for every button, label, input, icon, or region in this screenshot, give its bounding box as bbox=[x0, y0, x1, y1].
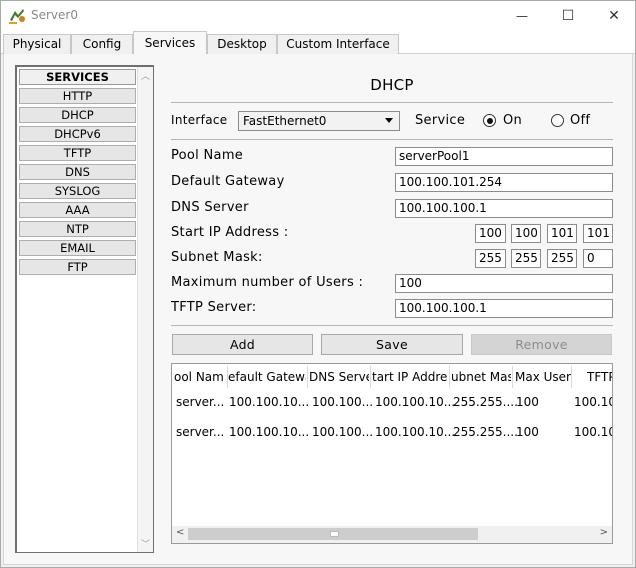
service-on-label: On bbox=[503, 113, 523, 128]
add-button[interactable]: Add bbox=[172, 334, 313, 355]
tftp-server-label: TFTP Server: bbox=[171, 300, 257, 315]
table-cell: 100 bbox=[516, 395, 539, 409]
service-on-radio[interactable] bbox=[483, 114, 496, 127]
tab-config[interactable]: Config bbox=[71, 34, 133, 54]
pool-name-label: Pool Name bbox=[171, 148, 244, 163]
service-off-label: Off bbox=[570, 113, 591, 128]
start-ip-octet-1[interactable]: 100 bbox=[475, 224, 506, 243]
server-window: Server0 — ☐ ✕ Physical Config Services D… bbox=[0, 0, 636, 568]
packet-tracer-icon bbox=[9, 9, 25, 24]
close-icon: ✕ bbox=[608, 8, 620, 24]
minimize-button[interactable]: — bbox=[499, 1, 545, 31]
table-horizontal-scrollbar[interactable]: < > bbox=[172, 526, 612, 543]
column-header[interactable]: ubnet Mas bbox=[451, 368, 511, 386]
tab-desktop[interactable]: Desktop bbox=[207, 34, 277, 54]
table-cell: 100.100... bbox=[312, 395, 374, 409]
table-cell: 100.10 bbox=[574, 395, 612, 409]
column-divider bbox=[370, 366, 371, 388]
column-header[interactable]: ool Nam bbox=[174, 368, 226, 386]
panel-title: DHCP bbox=[370, 76, 414, 94]
scrollbar-grip bbox=[330, 531, 339, 537]
column-header[interactable]: tart IP Addres bbox=[372, 368, 448, 386]
table-cell: 100 bbox=[516, 425, 539, 439]
maximize-button[interactable]: ☐ bbox=[545, 1, 591, 31]
table-cell: 100.100... bbox=[312, 425, 374, 439]
column-divider bbox=[512, 366, 513, 388]
column-header[interactable]: efault Gatewa bbox=[228, 368, 306, 386]
fields-divider bbox=[171, 325, 613, 326]
tab-bar: Physical Config Services Desktop Custom … bbox=[1, 31, 635, 55]
save-button[interactable]: Save bbox=[321, 334, 463, 355]
window-title: Server0 bbox=[31, 8, 78, 22]
pool-table: ool Nam efault Gatewa DNS Serve tart IP … bbox=[171, 363, 613, 544]
start-ip-octet-3[interactable]: 101 bbox=[547, 224, 577, 243]
table-cell: 100.100.10... bbox=[375, 395, 456, 409]
table-cell: 100.100.10... bbox=[229, 395, 310, 409]
interface-select[interactable]: FastEthernet0 bbox=[238, 111, 400, 131]
table-cell: server... bbox=[176, 425, 225, 439]
title-divider bbox=[171, 102, 613, 103]
interface-divider bbox=[171, 139, 613, 140]
tab-custom-interface[interactable]: Custom Interface bbox=[277, 34, 399, 54]
title-bar: Server0 — ☐ ✕ bbox=[1, 1, 635, 31]
service-item-dns[interactable]: DNS bbox=[19, 164, 136, 180]
dns-server-field[interactable]: 100.100.100.1 bbox=[395, 199, 613, 218]
dns-server-label: DNS Server bbox=[171, 200, 249, 215]
minimize-icon: — bbox=[516, 9, 528, 23]
subnet-mask-octet-3[interactable]: 255 bbox=[547, 249, 577, 268]
tab-physical[interactable]: Physical bbox=[3, 34, 71, 54]
start-ip-octet-2[interactable]: 100 bbox=[511, 224, 541, 243]
tab-services[interactable]: Services bbox=[133, 31, 207, 55]
table-cell: 100.10 bbox=[574, 425, 612, 439]
table-cell: 255.255.... bbox=[453, 425, 518, 439]
subnet-mask-octet-4[interactable]: 0 bbox=[583, 249, 613, 268]
max-users-field[interactable]: 100 bbox=[395, 274, 613, 293]
table-cell: 100.100.10... bbox=[229, 425, 310, 439]
max-users-label: Maximum number of Users : bbox=[171, 275, 364, 290]
interface-label: Interface bbox=[171, 113, 228, 127]
service-item-aaa[interactable]: AAA bbox=[19, 202, 136, 218]
start-ip-octet-4[interactable]: 101 bbox=[583, 224, 613, 243]
services-scrollbar[interactable]: ︿ ﹀ bbox=[137, 67, 153, 552]
maximize-icon: ☐ bbox=[561, 8, 575, 24]
service-item-dhcp[interactable]: DHCP bbox=[19, 107, 136, 123]
scroll-down-icon[interactable]: ﹀ bbox=[141, 537, 150, 550]
service-item-dhcpv6[interactable]: DHCPv6 bbox=[19, 126, 136, 142]
interface-value: FastEthernet0 bbox=[243, 114, 327, 128]
column-divider bbox=[571, 366, 572, 388]
scroll-up-icon[interactable]: ︿ bbox=[141, 69, 150, 82]
column-header[interactable]: DNS Serve bbox=[309, 368, 369, 386]
subnet-mask-octet-1[interactable]: 255 bbox=[475, 249, 506, 268]
service-item-email[interactable]: EMAIL bbox=[19, 240, 136, 256]
services-list: SERVICES HTTP DHCP DHCPv6 TFTP DNS SYSLO… bbox=[15, 65, 154, 553]
column-header[interactable]: Max User bbox=[515, 368, 571, 386]
service-item-tftp[interactable]: TFTP bbox=[19, 145, 136, 161]
service-item-syslog[interactable]: SYSLOG bbox=[19, 183, 136, 199]
scrollbar-thumb[interactable] bbox=[188, 528, 478, 540]
table-cell: 255.255.... bbox=[453, 395, 518, 409]
scroll-left-icon[interactable]: < bbox=[176, 527, 184, 538]
tftp-server-field[interactable]: 100.100.100.1 bbox=[395, 299, 613, 318]
services-header: SERVICES bbox=[19, 69, 136, 85]
column-divider bbox=[449, 366, 450, 388]
service-item-ftp[interactable]: FTP bbox=[19, 259, 136, 275]
start-ip-label: Start IP Address : bbox=[171, 225, 289, 240]
gateway-field[interactable]: 100.100.101.254 bbox=[395, 173, 613, 192]
remove-button[interactable]: Remove bbox=[471, 334, 612, 355]
service-item-ntp[interactable]: NTP bbox=[19, 221, 136, 237]
service-off-radio[interactable] bbox=[551, 114, 564, 127]
close-button[interactable]: ✕ bbox=[591, 1, 636, 31]
gateway-label: Default Gateway bbox=[171, 174, 285, 189]
table-cell: 100.100.10... bbox=[375, 425, 456, 439]
column-header[interactable]: TFTP bbox=[587, 368, 612, 386]
caret-down-icon bbox=[385, 118, 393, 123]
table-cell: server... bbox=[176, 395, 225, 409]
scroll-right-icon[interactable]: > bbox=[600, 527, 608, 538]
pool-name-field[interactable]: serverPool1 bbox=[395, 147, 613, 166]
service-label: Service bbox=[415, 113, 466, 128]
service-item-http[interactable]: HTTP bbox=[19, 88, 136, 104]
subnet-mask-octet-2[interactable]: 255 bbox=[511, 249, 541, 268]
column-divider bbox=[307, 366, 308, 388]
subnet-mask-label: Subnet Mask: bbox=[171, 250, 263, 265]
